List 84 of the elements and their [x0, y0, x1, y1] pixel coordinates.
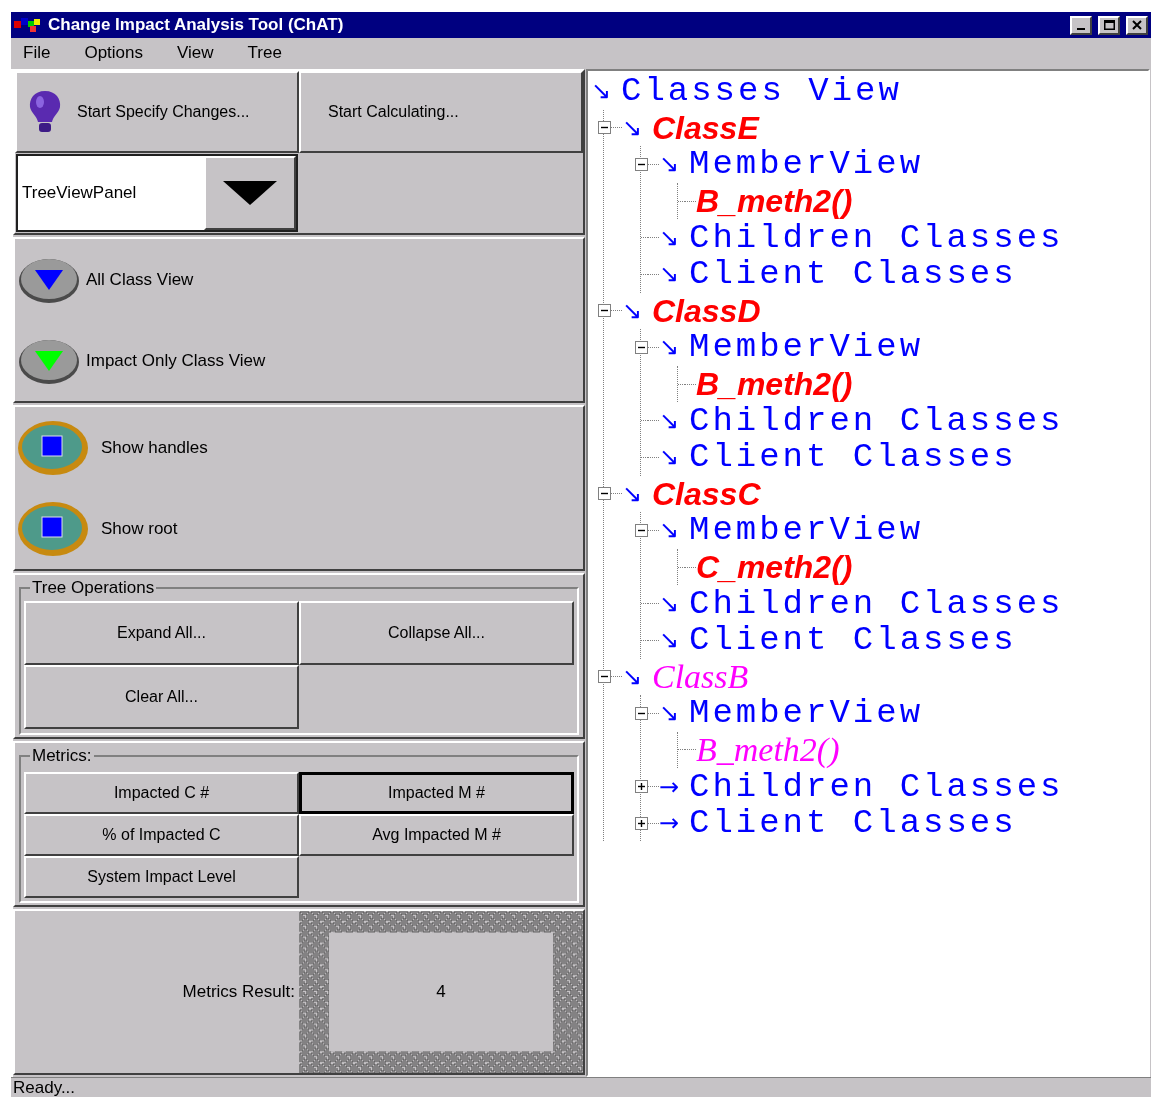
menu-item[interactable]: View: [177, 39, 214, 66]
tree-operation-button[interactable]: Collapse All...: [299, 600, 574, 665]
metric-button[interactable]: Avg Impacted M #: [299, 813, 574, 856]
menu-item[interactable]: Tree: [247, 39, 282, 66]
tree-node-label[interactable]: ClassD: [652, 294, 761, 327]
arrow-icon: ↘: [659, 225, 689, 250]
expand-toggle-icon[interactable]: [634, 780, 648, 794]
tree-operation-button[interactable]: Expand All...: [24, 600, 299, 665]
metric-button[interactable]: System Impact Level: [24, 855, 299, 898]
panel-select[interactable]: TreeViewPanel: [16, 154, 298, 232]
group-title: Tree Operations: [31, 577, 156, 599]
metrics-result-label: Metrics Result:: [182, 981, 295, 1004]
collapse-toggle-icon[interactable]: [634, 523, 648, 537]
start-calculating-button[interactable]: Start Calculating...: [299, 71, 583, 153]
metrics-result-value: 4: [436, 981, 446, 1004]
arrow-icon: →: [659, 774, 689, 799]
tree-node-label[interactable]: C_meth2(): [696, 551, 853, 583]
tree-node-label[interactable]: Children Classes: [689, 403, 1064, 438]
maximize-icon: [1103, 20, 1115, 30]
metric-button[interactable]: Impacted M #: [299, 771, 574, 814]
metric-button[interactable]: Impacted C #: [24, 771, 299, 814]
menu-item[interactable]: File: [23, 39, 51, 66]
arrow-icon: ↘: [622, 481, 652, 506]
arrow-icon: ↘: [622, 115, 652, 140]
tree-node-label[interactable]: Children Classes: [689, 769, 1064, 804]
tree-node-label[interactable]: MemberView: [689, 696, 924, 731]
tree-node-label[interactable]: B_meth2(): [696, 368, 853, 401]
caret-icon: [223, 181, 277, 205]
collapse-toggle-icon[interactable]: [634, 706, 648, 720]
collapse-toggle-icon[interactable]: [597, 487, 611, 501]
tree-node-label[interactable]: Classes View: [621, 74, 902, 109]
arrow-icon: ↘: [659, 628, 689, 653]
tree-node-label[interactable]: Client Classes: [689, 806, 1017, 841]
minimize-icon: [1077, 27, 1085, 30]
toggle-label[interactable]: Show handles: [101, 434, 208, 461]
app-icon: [14, 18, 42, 32]
menu-item[interactable]: Options: [84, 39, 143, 66]
arrow-icon: ↘: [659, 408, 689, 433]
view-button-label[interactable]: Impact Only Class View: [86, 347, 266, 374]
maximize-button[interactable]: [1098, 15, 1120, 35]
arrow-icon: ↘: [622, 298, 652, 323]
tree-node-label[interactable]: B_meth2(): [696, 185, 853, 218]
tree-node-label[interactable]: ClassC: [652, 477, 761, 510]
collapse-toggle-icon[interactable]: [634, 158, 648, 171]
arrow-icon: ↘: [659, 701, 689, 726]
tree-operation-button[interactable]: Clear All...: [24, 664, 299, 729]
tree-node-label[interactable]: ClassE: [652, 111, 759, 144]
tree-node-label[interactable]: Client Classes: [689, 440, 1017, 475]
window-title: Change Impact Analysis Tool (ChAT): [48, 14, 345, 37]
tree-node-label[interactable]: MemberView: [689, 147, 924, 182]
dropdown-button[interactable]: [204, 156, 296, 230]
arrow-icon: ↘: [659, 591, 689, 616]
square-button-icon[interactable]: [17, 418, 89, 477]
metric-button[interactable]: % of Impacted C: [24, 813, 299, 856]
arrow-icon: ↘: [659, 152, 689, 177]
status-text: Ready...: [13, 1076, 76, 1097]
arrow-icon: ↘: [659, 262, 689, 287]
arrow-icon: →: [659, 811, 689, 836]
expand-toggle-icon[interactable]: [634, 816, 648, 830]
tree-node-label[interactable]: Client Classes: [689, 257, 1017, 292]
toggle-label[interactable]: Show root: [101, 515, 178, 542]
view-button-label[interactable]: All Class View: [86, 266, 194, 293]
select-value: TreeViewPanel: [21, 182, 138, 205]
minimize-button[interactable]: [1070, 15, 1092, 35]
tree-node-label[interactable]: Client Classes: [689, 623, 1017, 658]
close-icon: [1132, 20, 1142, 30]
arrow-icon: ↘: [591, 79, 621, 104]
square-button-icon[interactable]: [17, 499, 89, 558]
arrow-icon: ↘: [659, 335, 689, 360]
arrow-icon: ↘: [622, 664, 652, 689]
arrow-icon: ↘: [659, 445, 689, 470]
tree-node-label[interactable]: MemberView: [689, 513, 924, 548]
collapse-toggle-icon[interactable]: [597, 670, 611, 684]
collapse-toggle-icon[interactable]: [597, 121, 611, 135]
close-button[interactable]: [1126, 15, 1148, 35]
tree-node-label[interactable]: Children Classes: [689, 220, 1064, 255]
start-specify-changes-button[interactable]: Start Specify Changes...: [15, 71, 299, 153]
arrow-icon: ↘: [659, 518, 689, 543]
tree-node-label[interactable]: Children Classes: [689, 586, 1064, 621]
group-title: Metrics:: [31, 745, 93, 767]
collapse-toggle-icon[interactable]: [634, 340, 648, 354]
collapse-toggle-icon[interactable]: [597, 304, 611, 318]
button-label: Start Specify Changes...: [77, 102, 250, 122]
tree-node-label[interactable]: MemberView: [689, 330, 924, 365]
